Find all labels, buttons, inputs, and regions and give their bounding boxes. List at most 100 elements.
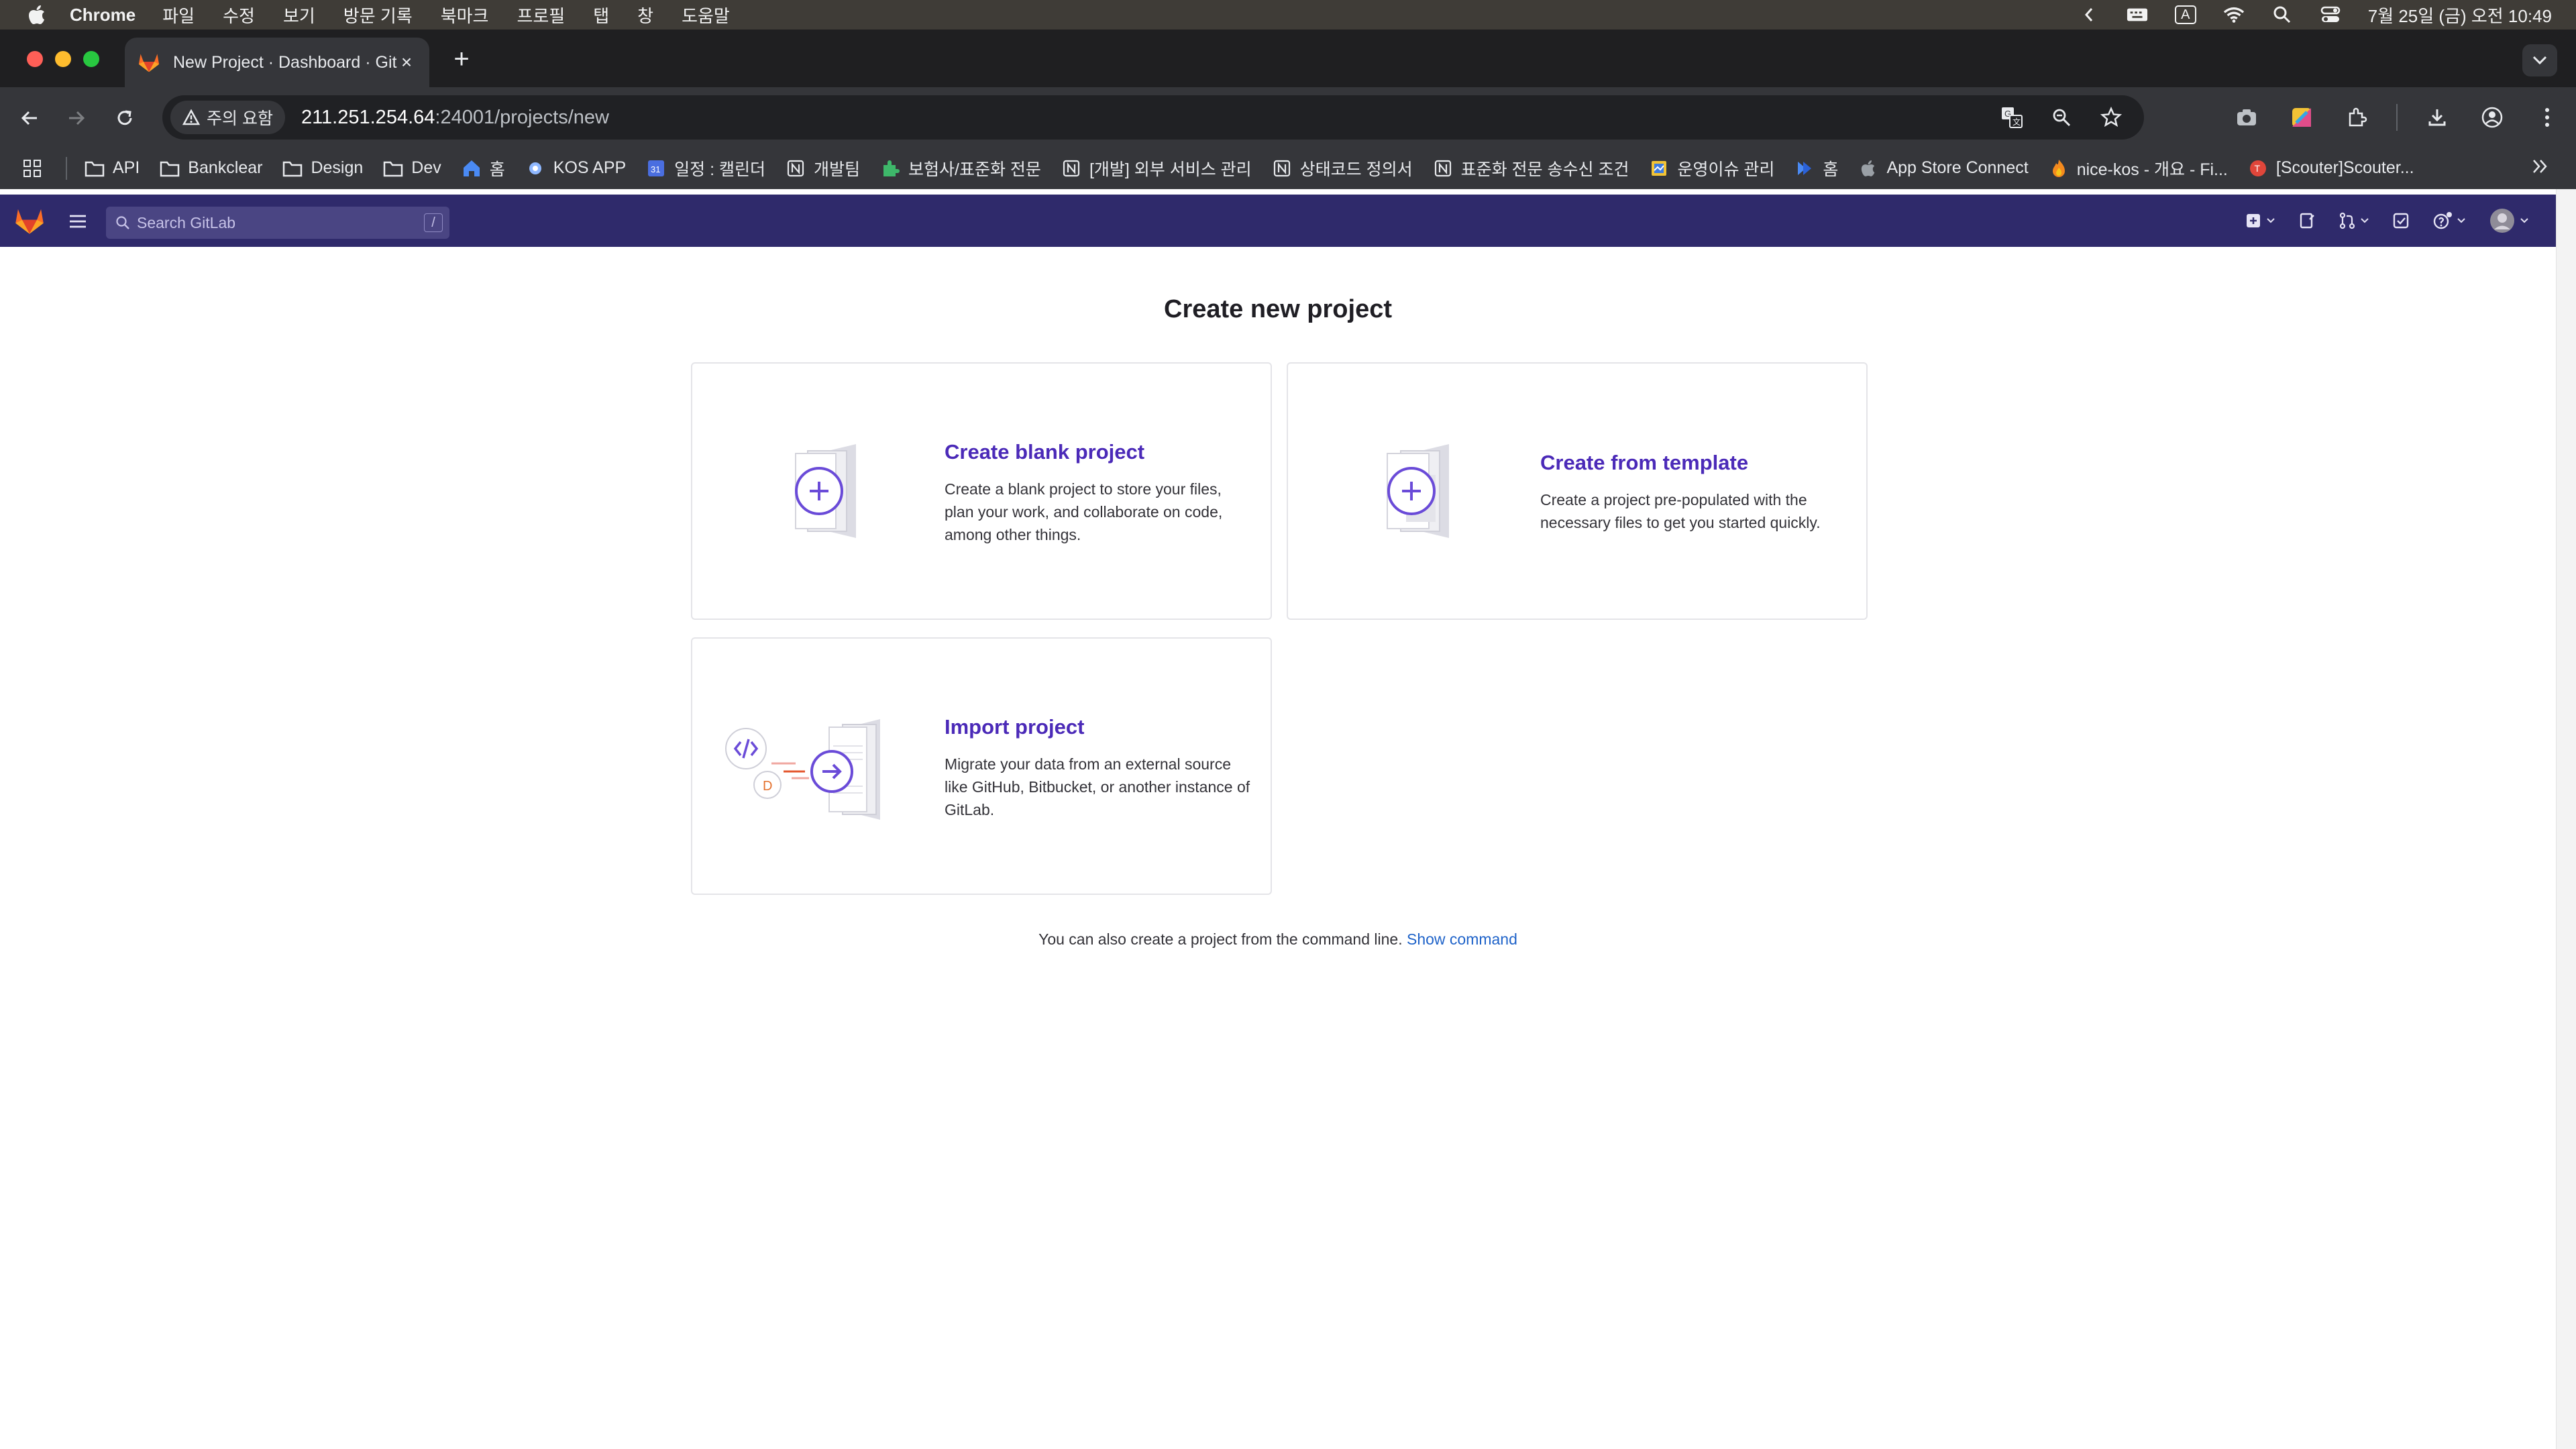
card-title[interactable]: Create from template — [1540, 451, 1748, 475]
bookmark-label: 보험사/표준화 전문 — [908, 160, 1041, 179]
control-center-icon[interactable] — [2320, 4, 2341, 25]
address-bar[interactable]: 주의 요함 211.251.254.64:24001/projects/new … — [162, 95, 2144, 140]
new-tab-button[interactable]: + — [448, 46, 475, 72]
todos-button[interactable] — [2392, 207, 2410, 235]
help-icon — [2433, 212, 2452, 229]
bookmark-kos-app[interactable]: KOS APP — [525, 158, 626, 178]
download-icon[interactable] — [2422, 102, 2453, 133]
menubar-profiles[interactable]: 프로필 — [517, 3, 565, 28]
bookmark-calendar[interactable]: 31 일정 : 캘린더 — [646, 156, 765, 180]
chevron-left-icon[interactable] — [2078, 4, 2100, 25]
bookmark-api[interactable]: API — [85, 158, 140, 178]
tab-search-button[interactable] — [2522, 44, 2557, 76]
jira-icon — [1794, 158, 1815, 178]
input-source-label: A — [2174, 5, 2196, 24]
card-title[interactable]: Import project — [945, 715, 1084, 739]
show-command-link[interactable]: Show command — [1407, 930, 1517, 948]
menubar-tab[interactable]: 탭 — [593, 3, 609, 28]
bookmarks-overflow-button[interactable] — [2530, 157, 2549, 180]
create-from-template-card[interactable]: Create from template Create a project pr… — [1287, 362, 1868, 620]
issues-button[interactable] — [2298, 207, 2316, 235]
page-scrollbar[interactable] — [2556, 189, 2576, 1449]
bookmark-scouter[interactable]: T [Scouter]Scouter... — [2248, 158, 2414, 178]
bookmark-star-icon[interactable] — [2096, 102, 2127, 133]
tab-title: New Project · Dashboard · Git — [173, 52, 397, 72]
chrome-tabstrip: New Project · Dashboard · Git × + — [0, 30, 2576, 87]
merge-requests-dropdown[interactable] — [2339, 207, 2369, 235]
translate-icon[interactable]: G文 — [1996, 102, 2027, 133]
browser-tab-active[interactable]: New Project · Dashboard · Git × — [125, 38, 429, 87]
bookmark-ops-issues[interactable]: 운영이슈 관리 — [1649, 156, 1774, 180]
gitlab-menu-button[interactable] — [66, 209, 90, 233]
bookmark-label: Dev — [411, 158, 441, 177]
chrome-menu-icon[interactable] — [2532, 102, 2563, 133]
reload-button[interactable] — [110, 103, 140, 133]
omnibox-actions: G文 — [1996, 102, 2127, 133]
bookmark-status-codes[interactable]: 상태코드 정의서 — [1272, 156, 1413, 180]
keyboard-icon[interactable] — [2127, 4, 2148, 25]
bookmark-nice-kos[interactable]: nice-kos - 개요 - Fi... — [2049, 156, 2228, 180]
bookmark-dev[interactable]: Dev — [383, 158, 441, 178]
bookmark-label: Design — [311, 158, 364, 177]
calendar-icon: 31 — [646, 158, 666, 178]
chrome-toolbar: 주의 요함 211.251.254.64:24001/projects/new … — [0, 87, 2576, 148]
gitlab-search-input[interactable]: Search GitLab / — [106, 207, 449, 239]
url-text[interactable]: 211.251.254.64:24001/projects/new — [301, 107, 609, 129]
menubar-app-name[interactable]: Chrome — [70, 5, 136, 25]
menubar-view[interactable]: 보기 — [283, 3, 315, 28]
menubar-edit[interactable]: 수정 — [223, 3, 255, 28]
bookmark-app-store-connect[interactable]: App Store Connect — [1858, 158, 2029, 178]
bookmark-home-2[interactable]: 홈 — [1794, 156, 1838, 180]
menubar-bookmarks[interactable]: 북마크 — [441, 3, 489, 28]
bookmark-standard-conditions[interactable]: 표준화 전문 송수신 조건 — [1433, 156, 1629, 180]
bookmark-insurance[interactable]: 보험사/표준화 전문 — [880, 156, 1041, 180]
menubar-history[interactable]: 방문 기록 — [343, 3, 413, 28]
blank-project-illustration — [722, 437, 910, 545]
window-minimize-button[interactable] — [55, 51, 71, 67]
tab-close-icon[interactable]: × — [397, 53, 416, 72]
bookmark-external-services[interactable]: [개발] 외부 서비스 관리 — [1061, 156, 1252, 180]
user-menu-dropdown[interactable] — [2489, 207, 2529, 235]
input-source-icon[interactable]: A — [2174, 4, 2196, 25]
zoom-icon[interactable] — [2046, 102, 2077, 133]
window-zoom-button[interactable] — [83, 51, 99, 67]
bookmark-bankclear[interactable]: Bankclear — [160, 158, 262, 178]
back-button[interactable] — [15, 103, 44, 133]
menubar-clock[interactable]: 7월 25일 (금) 오전 10:49 — [2368, 3, 2552, 28]
screen: Chrome 파일 수정 보기 방문 기록 북마크 프로필 탭 창 도움말 A — [0, 0, 2576, 1449]
create-new-dropdown[interactable] — [2245, 207, 2275, 235]
security-chip[interactable]: 주의 요함 — [170, 101, 285, 134]
import-project-card[interactable]: D Import project Migrate your data from … — [691, 637, 1272, 895]
plus-square-icon — [2247, 214, 2260, 227]
camera-icon[interactable] — [2231, 102, 2262, 133]
hamburger-icon — [70, 215, 86, 228]
svg-text:文: 文 — [2012, 117, 2021, 127]
bookmark-design[interactable]: Design — [282, 158, 363, 178]
menubar-file[interactable]: 파일 — [162, 3, 195, 28]
extensions-puzzle-icon[interactable] — [2341, 102, 2372, 133]
gitlab-favicon-icon — [138, 52, 160, 73]
notion-icon — [1433, 158, 1453, 178]
menubar-window[interactable]: 창 — [637, 3, 653, 28]
apps-grid-icon — [23, 159, 41, 177]
bookmark-label: [Scouter]Scouter... — [2275, 158, 2414, 177]
apple-icon[interactable] — [27, 5, 47, 25]
macos-menubar: Chrome 파일 수정 보기 방문 기록 북마크 프로필 탭 창 도움말 A — [0, 0, 2576, 30]
bookmark-label: 운영이슈 관리 — [1677, 160, 1775, 179]
todo-check-icon — [2393, 213, 2409, 229]
create-blank-project-card[interactable]: Create blank project Create a blank proj… — [691, 362, 1272, 620]
help-dropdown[interactable] — [2432, 207, 2466, 235]
forward-button[interactable] — [62, 103, 91, 133]
window-close-button[interactable] — [27, 51, 43, 67]
card-title[interactable]: Create blank project — [945, 440, 1144, 464]
apps-grid-button[interactable] — [23, 159, 42, 178]
gitlab-logo-icon[interactable] — [15, 207, 44, 235]
color-extension-icon[interactable] — [2286, 102, 2317, 133]
bookmark-dev-team[interactable]: 개발팀 — [786, 156, 860, 180]
menubar-help[interactable]: 도움말 — [682, 3, 730, 28]
bookmark-home-1[interactable]: 홈 — [462, 156, 505, 180]
bookmark-label: nice-kos - 개요 - Fi... — [2076, 160, 2228, 179]
spotlight-search-icon[interactable] — [2271, 4, 2293, 25]
wifi-icon[interactable] — [2223, 4, 2245, 25]
profile-icon[interactable] — [2477, 102, 2508, 133]
